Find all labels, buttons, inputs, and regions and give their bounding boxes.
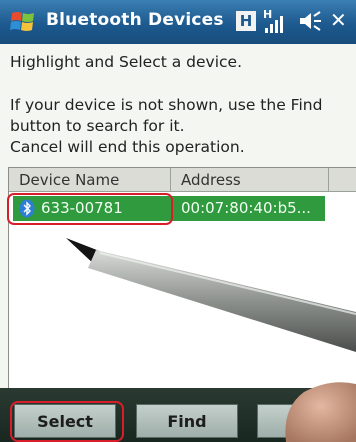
hsdpa-status-icon[interactable]: H xyxy=(236,11,256,31)
title-bar: Bluetooth Devices H H ✕ xyxy=(0,0,356,44)
windows-start-icon[interactable] xyxy=(9,8,37,36)
help-line: Cancel will end this operation. xyxy=(10,138,245,156)
svg-text:H: H xyxy=(263,8,272,21)
help-line: If your device is not shown, use the Fin… xyxy=(10,96,323,114)
help-text: If your device is not shown, use the Fin… xyxy=(10,95,322,158)
cancel-button[interactable] xyxy=(257,404,356,438)
close-icon[interactable]: ✕ xyxy=(330,9,350,31)
device-screen: Bluetooth Devices H H ✕ Highlight and Se… xyxy=(0,0,356,442)
find-button[interactable]: Find xyxy=(136,404,238,438)
annotation-highlight-select xyxy=(10,401,124,442)
column-header-device-name[interactable]: Device Name xyxy=(9,168,171,192)
instruction-text: Highlight and Select a device. xyxy=(10,53,243,71)
app-title: Bluetooth Devices xyxy=(46,10,224,30)
column-header-spacer xyxy=(329,168,356,192)
volume-icon[interactable] xyxy=(298,9,322,33)
help-line: button to search for it. xyxy=(10,117,185,135)
signal-icon[interactable]: H xyxy=(262,6,292,36)
device-address-cell: 00:07:80:40:b5... xyxy=(181,199,311,217)
column-header-address[interactable]: Address xyxy=(171,168,329,192)
annotation-highlight-device xyxy=(7,193,173,225)
